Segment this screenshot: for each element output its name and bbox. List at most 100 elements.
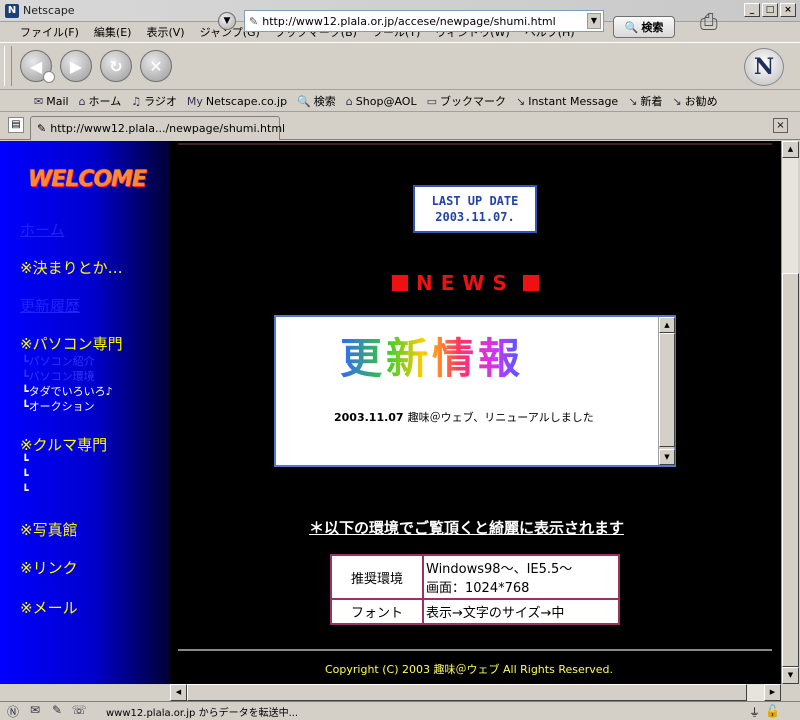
sidebar: WELCOME ホーム ※決まりとか… 更新履歴 ※パソコン専門 ┗パソコン紹介… bbox=[0, 141, 170, 684]
netscape-app-icon: N bbox=[5, 3, 19, 18]
navigator-icon[interactable]: Ⓝ bbox=[4, 703, 22, 719]
page-icon: ✎ bbox=[37, 122, 47, 135]
sidebar-item-car[interactable]: ※クルマ専門 bbox=[20, 434, 107, 455]
scrollbar-spacer bbox=[0, 684, 170, 701]
tab-bar: ▤ ✎ http://www12.plala.../newpage/shumi.… bbox=[0, 113, 800, 140]
scroll-right-arrow-icon[interactable]: ▶ bbox=[764, 684, 781, 701]
sidebar-subitem-car[interactable]: ┗ bbox=[22, 469, 29, 482]
personal-toolbar-item[interactable]: 🔍 検索 bbox=[297, 93, 336, 109]
personal-toolbar-item[interactable]: ✉ Mail bbox=[34, 95, 69, 108]
copyright-text: Copyright (C) 2003 趣味＠ウェブ All Rights Res… bbox=[325, 663, 614, 676]
forward-arrow-icon: ▶ bbox=[69, 56, 83, 76]
personal-toolbar-item[interactable]: ♫ ラジオ bbox=[131, 93, 177, 109]
sidebar-subitem-car[interactable]: ┗ bbox=[22, 484, 29, 497]
scroll-left-arrow-icon[interactable]: ◀ bbox=[170, 684, 187, 701]
sidebar-item-photos[interactable]: ※写真館 bbox=[20, 519, 78, 540]
sidebar-item-links[interactable]: ※リンク bbox=[20, 557, 78, 578]
new-tab-icon[interactable]: ▤ bbox=[8, 117, 24, 133]
scroll-down-arrow-icon[interactable]: ▼ bbox=[659, 449, 675, 465]
tab-current[interactable]: ✎ http://www12.plala.../newpage/shumi.ht… bbox=[30, 116, 285, 140]
scroll-down-arrow-icon[interactable]: ▼ bbox=[782, 667, 799, 684]
welcome-logo: WELCOME bbox=[28, 167, 147, 192]
sidebar-item-rules[interactable]: ※決まりとか… bbox=[20, 257, 123, 278]
url-dropdown-icon[interactable]: ▼ bbox=[587, 13, 601, 29]
news-frame: 更新情報 2003.11.07 趣味＠ウェブ、リニューアルしました ▲ ▼ bbox=[274, 315, 676, 467]
page-scroll-thumb[interactable] bbox=[782, 273, 799, 667]
personal-toolbar-item[interactable]: ↘ お勧め bbox=[672, 93, 717, 109]
minimize-button[interactable]: _ bbox=[744, 3, 760, 17]
back-button[interactable]: ◀ bbox=[20, 50, 55, 83]
news-heading: NEWS bbox=[392, 271, 539, 295]
news-entry: 2003.11.07 趣味＠ウェブ、リニューアルしました bbox=[334, 409, 594, 425]
reload-button[interactable]: ↻ bbox=[100, 50, 132, 82]
navigation-toolbar: ◀ ▶ ↻ ✕ bbox=[0, 42, 800, 90]
scroll-up-arrow-icon[interactable]: ▲ bbox=[782, 141, 799, 158]
table-row: フォント 表示→文字のサイズ→中 bbox=[330, 598, 620, 625]
last-update-box: LAST UP DATE 2003.11.07. bbox=[413, 185, 537, 233]
page-vertical-scrollbar[interactable]: ▲ ▼ bbox=[781, 141, 799, 684]
news-entry-date: 2003.11.07 bbox=[334, 411, 404, 424]
sidebar-item-mail[interactable]: ※メール bbox=[20, 597, 78, 618]
netscape-throbber-logo[interactable]: N bbox=[744, 48, 784, 86]
last-update-date: 2003.11.07. bbox=[435, 210, 515, 224]
personal-toolbar-item[interactable]: ↘ 新着 bbox=[628, 93, 662, 109]
news-scroll-thumb[interactable] bbox=[659, 333, 675, 447]
news-scrollbar[interactable]: ▲ ▼ bbox=[658, 317, 675, 465]
window-title: Netscape bbox=[23, 4, 75, 17]
stop-button[interactable]: ✕ bbox=[140, 50, 172, 82]
addressbook-icon[interactable]: ☏ bbox=[70, 703, 88, 719]
sidebar-item-home[interactable]: ホーム bbox=[20, 219, 65, 240]
sidebar-subitem-pc-intro[interactable]: ┗パソコン紹介 bbox=[22, 353, 95, 369]
online-status-icon[interactable]: ⏚ bbox=[749, 704, 760, 720]
scroll-up-arrow-icon[interactable]: ▲ bbox=[659, 317, 675, 333]
table-cell-label: フォント bbox=[330, 598, 424, 625]
link-icon: ↘ bbox=[672, 94, 682, 108]
menu-file[interactable]: ファイル(F) bbox=[20, 24, 79, 40]
stop-icon: ✕ bbox=[149, 56, 163, 76]
page-hscroll-thumb[interactable] bbox=[187, 684, 747, 701]
personal-toolbar-item[interactable]: ↘ Instant Message bbox=[516, 95, 618, 108]
mail-status-icon[interactable]: ✉ bbox=[26, 703, 44, 719]
close-window-button[interactable]: × bbox=[780, 3, 796, 17]
sidebar-subitem-auction[interactable]: ┗オークション bbox=[22, 398, 95, 414]
search-icon: 🔍 bbox=[297, 94, 311, 108]
chevron-down-icon: ▼ bbox=[223, 16, 231, 26]
forward-button[interactable]: ▶ bbox=[60, 50, 92, 82]
table-cell-value: Windows98〜、IE5.5〜 画面：1024*768 bbox=[422, 554, 620, 600]
maximize-button[interactable]: □ bbox=[762, 3, 778, 17]
personal-toolbar-item[interactable]: My Netscape.co.jp bbox=[187, 95, 287, 108]
sidebar-subitem-car[interactable]: ┗ bbox=[22, 454, 29, 467]
close-tab-button[interactable]: × bbox=[773, 118, 788, 133]
mail-icon: ✉ bbox=[34, 94, 44, 108]
environment-notice: ＊以下の環境でご覧頂くと綺麗に表示されます bbox=[309, 519, 625, 537]
sidebar-subitem-free[interactable]: ┗タダでいろいろ♪ bbox=[22, 383, 113, 399]
environment-table: 推奨環境 Windows98〜、IE5.5〜 画面：1024*768 フォント … bbox=[330, 554, 620, 625]
my-icon: My bbox=[186, 94, 203, 108]
news-heading-text: NEWS bbox=[416, 271, 515, 295]
shop-icon: ⌂ bbox=[345, 94, 353, 108]
bottom-divider bbox=[178, 649, 772, 651]
url-input[interactable] bbox=[262, 14, 573, 28]
sidebar-item-history[interactable]: 更新履歴 bbox=[20, 295, 80, 316]
personal-toolbar-item[interactable]: ⌂ Shop@AOL bbox=[346, 95, 417, 108]
window-controls: _ □ × bbox=[744, 3, 796, 17]
link-icon: ↘ bbox=[628, 94, 638, 108]
radio-icon: ♫ bbox=[131, 94, 142, 108]
url-history-button[interactable]: ▼ bbox=[218, 12, 236, 30]
url-bar[interactable]: ✎ ▼ bbox=[244, 10, 604, 32]
print-icon[interactable]: ⎙ bbox=[700, 10, 728, 38]
personal-toolbar-item[interactable]: ⌂ ホーム bbox=[79, 93, 122, 109]
search-button[interactable]: 🔍 検索 bbox=[613, 16, 675, 38]
page-proxy-icon[interactable]: ✎ bbox=[249, 15, 258, 28]
sidebar-item-pc[interactable]: ※パソコン専門 bbox=[20, 333, 123, 354]
menu-view[interactable]: 表示(V) bbox=[146, 24, 184, 40]
red-square-icon bbox=[392, 275, 408, 291]
page-horizontal-scrollbar[interactable]: ◀ ▶ bbox=[170, 684, 781, 701]
sidebar-subitem-pc-env[interactable]: ┗パソコン環境 bbox=[22, 368, 95, 384]
toolbar-grip[interactable] bbox=[4, 46, 12, 86]
security-lock-icon[interactable]: 🔓 bbox=[765, 704, 780, 718]
personal-toolbar-item[interactable]: ▭ ブックマーク bbox=[427, 93, 506, 109]
news-entry-text: 趣味＠ウェブ、リニューアルしました bbox=[407, 411, 594, 424]
menu-edit[interactable]: 編集(E) bbox=[94, 24, 132, 40]
composer-icon[interactable]: ✎ bbox=[48, 703, 66, 719]
